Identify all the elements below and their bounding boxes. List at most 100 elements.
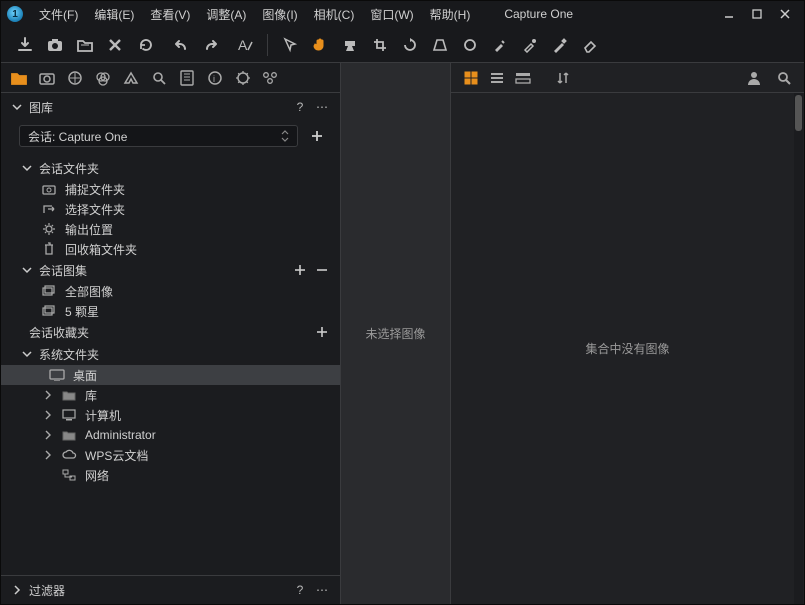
scrollbar-thumb[interactable] <box>795 95 802 131</box>
filmstrip-view-icon[interactable] <box>513 68 533 88</box>
add-album-button[interactable] <box>292 262 308 278</box>
dropdown-updown-icon <box>281 130 289 142</box>
pan-hand-icon[interactable] <box>306 31 334 59</box>
wps-cloud-item[interactable]: WPS云文档 <box>1 445 340 465</box>
add-session-button[interactable] <box>306 125 328 147</box>
reset-icon[interactable] <box>131 31 159 59</box>
library-title: 图库 <box>29 99 53 116</box>
filters-section-header[interactable]: 过滤器 ? ⋯ <box>1 576 340 604</box>
help-icon[interactable]: ? <box>292 582 308 598</box>
scrollbar[interactable] <box>794 93 803 604</box>
spot-removal-icon[interactable] <box>456 31 484 59</box>
stack-icon <box>41 303 57 319</box>
menu-camera[interactable]: 相机(C) <box>306 2 363 27</box>
menu-window[interactable]: 窗口(W) <box>362 2 421 27</box>
help-icon[interactable]: ? <box>292 99 308 115</box>
svg-text:A: A <box>238 37 248 53</box>
metadata-tab-icon[interactable]: i <box>205 68 225 88</box>
capture-folder-item[interactable]: 捕捉文件夹 <box>1 179 340 199</box>
close-button[interactable] <box>772 4 798 24</box>
browser-toolbar <box>451 63 804 93</box>
rotate-icon[interactable] <box>396 31 424 59</box>
chevron-right-icon <box>11 585 23 595</box>
annotation-icon[interactable]: A <box>231 31 259 59</box>
remove-album-button[interactable] <box>314 262 330 278</box>
system-folders-header[interactable]: 系统文件夹 <box>1 343 340 365</box>
session-folders-header[interactable]: 会话文件夹 <box>1 157 340 179</box>
delete-icon[interactable] <box>101 31 129 59</box>
folder-icon <box>61 387 77 403</box>
sort-icon[interactable] <box>553 68 573 88</box>
main-menu: 文件(F) 编辑(E) 查看(V) 调整(A) 图像(I) 相机(C) 窗口(W… <box>31 2 478 27</box>
adjustments-tab-icon[interactable] <box>177 68 197 88</box>
more-icon[interactable]: ⋯ <box>314 582 330 598</box>
menu-help[interactable]: 帮助(H) <box>422 2 479 27</box>
chevron-down-icon <box>21 265 33 275</box>
output-location-item[interactable]: 输出位置 <box>1 219 340 239</box>
redo-icon[interactable] <box>197 31 225 59</box>
computer-item[interactable]: 计算机 <box>1 405 340 425</box>
library-section-header[interactable]: 图库 ? ⋯ <box>1 93 340 121</box>
session-favorites-header[interactable]: 会话收藏夹 <box>1 321 340 343</box>
capture-tab-icon[interactable] <box>37 68 57 88</box>
minimize-button[interactable] <box>716 4 742 24</box>
open-folder-icon[interactable] <box>71 31 99 59</box>
app-logo-icon <box>7 6 23 22</box>
desktop-item[interactable]: 桌面 <box>1 365 340 385</box>
chevron-down-icon <box>21 163 33 173</box>
menu-view[interactable]: 查看(V) <box>142 2 198 27</box>
system-folders-label: 系统文件夹 <box>39 346 99 363</box>
eyedropper-color-icon[interactable] <box>516 31 544 59</box>
expand-icon[interactable] <box>43 450 53 460</box>
output-tab-icon[interactable] <box>233 68 253 88</box>
undo-icon[interactable] <box>167 31 195 59</box>
import-icon[interactable] <box>11 31 39 59</box>
expand-icon[interactable] <box>43 410 53 420</box>
more-icon[interactable]: ⋯ <box>314 99 330 115</box>
capture-icon[interactable] <box>41 31 69 59</box>
window-controls <box>716 4 798 24</box>
menu-edit[interactable]: 编辑(E) <box>86 2 142 27</box>
main-toolbar: A <box>1 27 804 63</box>
exposure-tab-icon[interactable] <box>121 68 141 88</box>
tree-label: 计算机 <box>85 407 121 424</box>
batch-tab-icon[interactable] <box>261 68 281 88</box>
tree-label: 桌面 <box>73 367 97 384</box>
menu-image[interactable]: 图像(I) <box>254 2 305 27</box>
expand-icon[interactable] <box>43 390 53 400</box>
search-icon[interactable] <box>774 68 794 88</box>
library-folder-item[interactable]: 库 <box>1 385 340 405</box>
mask-brush-icon[interactable] <box>336 31 364 59</box>
menu-adjust[interactable]: 调整(A) <box>198 2 254 27</box>
network-icon <box>61 467 77 483</box>
maximize-button[interactable] <box>744 4 770 24</box>
list-view-icon[interactable] <box>487 68 507 88</box>
eyedropper-wb-icon[interactable] <box>486 31 514 59</box>
session-favorites-label: 会话收藏夹 <box>29 324 89 341</box>
select-folder-item[interactable]: 选择文件夹 <box>1 199 340 219</box>
erase-icon[interactable] <box>576 31 604 59</box>
expand-icon[interactable] <box>43 430 53 440</box>
tool-tabs: i <box>1 63 340 93</box>
browser-body: 集合中没有图像 <box>451 93 804 604</box>
details-tab-icon[interactable] <box>149 68 169 88</box>
keystone-icon[interactable] <box>426 31 454 59</box>
grid-view-icon[interactable] <box>461 68 481 88</box>
five-stars-item[interactable]: 5 颗星 <box>1 301 340 321</box>
session-albums-header[interactable]: 会话图集 <box>1 259 340 281</box>
lens-tab-icon[interactable] <box>65 68 85 88</box>
session-selector[interactable]: 会话: Capture One <box>19 125 298 147</box>
crop-icon[interactable] <box>366 31 394 59</box>
all-images-item[interactable]: 全部图像 <box>1 281 340 301</box>
cursor-select-icon[interactable] <box>276 31 304 59</box>
user-icon[interactable] <box>744 68 764 88</box>
network-item[interactable]: 网络 <box>1 465 340 485</box>
color-tab-icon[interactable] <box>93 68 113 88</box>
heal-brush-icon[interactable] <box>546 31 574 59</box>
administrator-item[interactable]: Administrator <box>1 425 340 445</box>
trash-folder-item[interactable]: 回收箱文件夹 <box>1 239 340 259</box>
menu-file[interactable]: 文件(F) <box>31 2 86 27</box>
add-favorite-button[interactable] <box>314 324 330 340</box>
library-tab-icon[interactable] <box>9 68 29 88</box>
tree-label: 回收箱文件夹 <box>65 241 137 258</box>
